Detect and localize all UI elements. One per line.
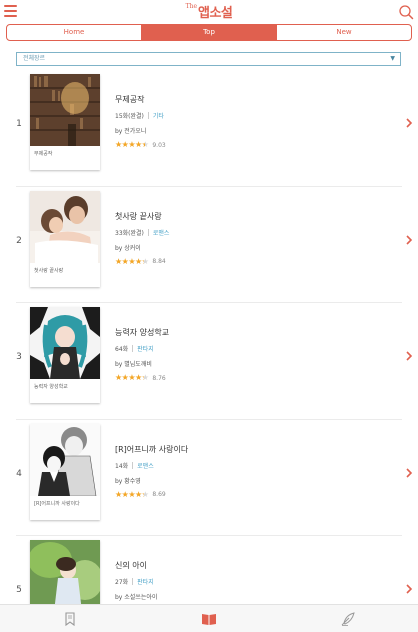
rating: ★★★★★★★★★★ 8.84 (115, 256, 375, 266)
logo-name: 앱소설 (198, 6, 233, 21)
cover-card: 능력자 양성학교 (30, 307, 100, 403)
cover-caption: 능력자 양성학교 (34, 384, 68, 390)
rank-number: 4 (16, 468, 22, 479)
cover-image (30, 74, 100, 146)
star-rating: ★★★★★★★★★★ (115, 373, 149, 382)
meta-divider (147, 228, 149, 236)
star-rating: ★★★★★★★★★★ (115, 489, 149, 499)
episode-count: 33화(완결) (115, 229, 144, 237)
genre-link[interactable]: 판타지 (137, 344, 154, 353)
rating: ★★★★★★★★★★ 8.76 (115, 374, 375, 382)
episode-count: 15화(완결) (115, 113, 144, 120)
cover-image (30, 307, 100, 379)
list-item[interactable]: 2 첫사랑 끝사랑 첫사랑 끝사랑 33화(완결) 로맨스 by 상커이 ★★★… (16, 187, 413, 303)
ranking-tabs: Home Top New (6, 24, 412, 41)
novel-meta: 64화 판타지 (115, 344, 375, 353)
novel-author: by 상커이 (115, 244, 141, 252)
rating-value: 8.84 (152, 258, 166, 265)
episode-count: 64화 (115, 346, 129, 353)
novel-info: 무제공작 15화(완결) 기타 by 전가오니 ★★★★★ ★★★★★ 9.03 (115, 94, 375, 149)
app-header: The앱소설 (0, 0, 418, 24)
novel-author: by 황수영 (115, 477, 141, 485)
chevron-right-icon[interactable] (404, 350, 414, 362)
novel-author: by 전가오니 (115, 128, 147, 135)
bookmark-icon[interactable] (62, 611, 78, 627)
novel-author: by 소설쓰는아이 (115, 594, 158, 601)
novel-title: 신의 아이 (115, 561, 147, 570)
novel-meta: 15화(완결) 기타 (115, 111, 375, 120)
episode-count: 27화 (115, 579, 129, 586)
chevron-right-icon[interactable] (404, 467, 414, 479)
cover-caption: 첫사랑 끝사랑 (34, 267, 64, 274)
cover-caption: 무제공작 (34, 151, 53, 157)
app-logo: The앱소설 (0, 2, 418, 21)
genre-link[interactable]: 기타 (153, 111, 164, 120)
chevron-right-icon[interactable] (404, 234, 414, 246)
meta-divider (132, 345, 134, 352)
chevron-right-icon[interactable] (404, 117, 414, 129)
genre-dropdown-value: 전체장르 (23, 55, 46, 62)
star-rating: ★★★★★★★★★★ (115, 140, 149, 149)
bottom-nav (0, 604, 418, 632)
cover-card: [R]어프니까 사랑이다 (30, 423, 100, 520)
novel-info: 능력자 양성학교 64화 판타지 by 별님도깨비 ★★★★★★★★★★ 8.7… (115, 327, 375, 382)
caret-down-icon: ▼ (390, 55, 395, 62)
list-item[interactable]: 4 [R]어프니까 사랑이다 [R]어프니까 사랑이다 14화 로맨스 by 황… (16, 420, 413, 536)
rank-number: 1 (16, 119, 22, 129)
tab-home[interactable]: Home (7, 25, 142, 40)
genre-dropdown[interactable]: 전체장르 ▼ (16, 52, 401, 66)
genre-link[interactable]: 로맨스 (137, 461, 154, 470)
rating: ★★★★★ ★★★★★ 9.03 (115, 141, 375, 149)
meta-divider (147, 112, 149, 119)
novel-title: 무제공작 (115, 95, 145, 104)
novel-list: 1 무제공작 무제공작 15화(완결) 기타 by 전가오니 ★★★★★ ★★★… (0, 70, 418, 632)
tab-top[interactable]: Top (142, 25, 277, 40)
rating-value: 9.03 (152, 141, 166, 149)
quill-icon[interactable] (340, 611, 356, 627)
rank-number: 2 (16, 235, 22, 246)
logo-prefix: The (185, 3, 198, 10)
novel-meta: 33화(완결) 로맨스 (115, 228, 375, 237)
cover-caption: [R]어프니까 사랑이다 (34, 500, 80, 507)
book-icon[interactable] (201, 611, 217, 627)
novel-meta: 27화 판타지 (115, 577, 375, 586)
novel-title: 능력자 양성학교 (115, 328, 170, 337)
meta-divider (132, 461, 134, 469)
tab-new[interactable]: New (277, 25, 411, 40)
cover-image (30, 540, 100, 612)
chevron-right-icon[interactable] (404, 583, 414, 595)
cover-card: 첫사랑 끝사랑 (30, 190, 100, 287)
novel-meta: 14화 로맨스 (115, 461, 375, 470)
episode-count: 14화 (115, 462, 129, 470)
rating-value: 8.76 (152, 374, 166, 382)
genre-link[interactable]: 판타지 (137, 577, 154, 586)
novel-title: 첫사랑 끝사랑 (115, 211, 162, 221)
genre-link[interactable]: 로맨스 (153, 228, 170, 237)
novel-title: [R]어프니까 사랑이다 (115, 444, 189, 454)
search-icon[interactable] (398, 4, 414, 20)
cover-image (30, 423, 100, 496)
star-rating: ★★★★★★★★★★ (115, 256, 149, 266)
cover-card: 무제공작 (30, 74, 100, 170)
list-item[interactable]: 3 능력자 양성학교 능력자 양성학교 64화 판타지 by 별님도깨비 ★★★… (16, 303, 413, 420)
novel-info: [R]어프니까 사랑이다 14화 로맨스 by 황수영 ★★★★★★★★★★ 8… (115, 444, 375, 499)
novel-info: 신의 아이 27화 판타지 by 소설쓰는아이 (115, 560, 375, 607)
rating-value: 8.69 (152, 491, 166, 498)
meta-divider (132, 578, 134, 585)
novel-info: 첫사랑 끝사랑 33화(완결) 로맨스 by 상커이 ★★★★★★★★★★ 8.… (115, 211, 375, 266)
novel-author: by 별님도깨비 (115, 361, 152, 368)
rank-number: 3 (16, 352, 22, 362)
list-item[interactable]: 1 무제공작 무제공작 15화(완결) 기타 by 전가오니 ★★★★★ ★★★… (16, 70, 413, 187)
cover-image (30, 190, 100, 263)
rating: ★★★★★★★★★★ 8.69 (115, 489, 375, 499)
